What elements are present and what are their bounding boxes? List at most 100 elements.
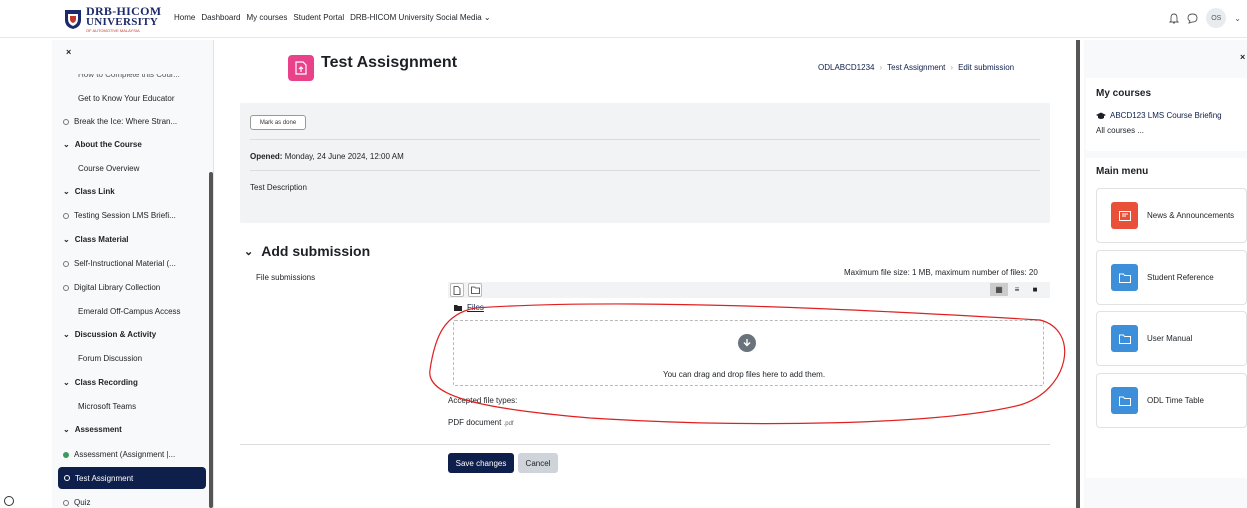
chevron-down-icon: ⌄ bbox=[63, 425, 70, 434]
cancel-button[interactable]: Cancel bbox=[518, 453, 558, 473]
incomplete-circle-icon bbox=[63, 260, 69, 267]
max-file-size: Maximum file size: 1 MB, maximum number … bbox=[844, 268, 1038, 277]
add-file-icon[interactable] bbox=[450, 283, 464, 297]
breadcrumb-separator-icon: › bbox=[950, 63, 954, 72]
course-index-label: Testing Session LMS Briefi... bbox=[74, 211, 176, 220]
course-index-item[interactable]: Assessment (Assignment |... bbox=[63, 450, 175, 459]
section-label: Discussion & Activity bbox=[74, 330, 157, 339]
filepicker-toolbar bbox=[448, 282, 1050, 298]
menu-card-student-reference[interactable]: Student Reference bbox=[1096, 250, 1247, 305]
menu-card-news[interactable]: News & Announcements bbox=[1096, 188, 1247, 243]
section-label: Assessment bbox=[74, 425, 122, 434]
accepted-file-type: PDF document .pdf bbox=[448, 418, 514, 427]
course-index-item[interactable]: Quiz bbox=[63, 498, 90, 507]
course-section-recording[interactable]: ⌄ Class Recording bbox=[63, 378, 138, 387]
opened-value: Monday, 24 June 2024, 12:00 AM bbox=[284, 152, 404, 161]
course-index-label: Get to Know Your Educator bbox=[78, 94, 175, 103]
close-drawer-icon[interactable]: × bbox=[66, 47, 71, 57]
file-submissions-label: File submissions bbox=[256, 273, 316, 282]
accepted-file-types-label: Accepted file types: bbox=[448, 396, 518, 405]
divider bbox=[240, 444, 1050, 445]
drawer-scrollbar[interactable] bbox=[209, 172, 213, 508]
close-blocks-icon[interactable]: × bbox=[1240, 52, 1245, 62]
course-section-about[interactable]: ⌄ About the Course bbox=[63, 140, 142, 149]
course-index-item[interactable]: Get to Know Your Educator bbox=[78, 94, 175, 103]
course-link[interactable]: ABCD123 LMS Course Briefing bbox=[1096, 111, 1222, 120]
my-courses-title: My courses bbox=[1096, 88, 1152, 99]
course-index-item-active[interactable]: Test Assignment bbox=[58, 467, 206, 489]
course-index-item[interactable]: Forum Discussion bbox=[78, 354, 142, 363]
file-type-name: PDF document bbox=[448, 418, 502, 427]
page-title: Test Assisgnment bbox=[321, 54, 458, 71]
shield-icon bbox=[65, 10, 81, 29]
list-view-icon[interactable]: ≡ bbox=[1008, 283, 1026, 296]
save-changes-button[interactable]: Save changes bbox=[448, 453, 514, 473]
incomplete-circle-icon bbox=[63, 284, 69, 291]
chevron-down-icon: ⌄ bbox=[63, 378, 70, 387]
dropzone-hint: You can drag and drop files here to add … bbox=[663, 370, 826, 379]
user-avatar[interactable]: OS bbox=[1206, 8, 1227, 28]
section-title: Add submission bbox=[261, 243, 371, 259]
incomplete-circle-icon bbox=[63, 118, 69, 125]
nav-student-portal[interactable]: Student Portal bbox=[293, 13, 344, 22]
course-index-label: Microsoft Teams bbox=[78, 402, 137, 411]
incomplete-circle-icon bbox=[63, 212, 69, 219]
file-upload-icon bbox=[295, 61, 307, 75]
top-navbar: DRB-HICOM UNIVERSITY OF AUTOMOTIVE MALAY… bbox=[0, 0, 1247, 38]
chat-icon[interactable] bbox=[1187, 13, 1198, 24]
university-logo[interactable]: DRB-HICOM UNIVERSITY OF AUTOMOTIVE MALAY… bbox=[64, 4, 164, 34]
course-index-label: Test Assignment bbox=[75, 473, 134, 483]
nav-home[interactable]: Home bbox=[174, 13, 195, 22]
course-section-class-material[interactable]: ⌄ Class Material bbox=[63, 235, 129, 244]
course-index-item[interactable]: Microsoft Teams bbox=[78, 402, 136, 411]
menu-card-user-manual[interactable]: User Manual bbox=[1096, 311, 1247, 366]
course-section-discussion[interactable]: ⌄ Discussion & Activity bbox=[63, 330, 156, 339]
chevron-down-icon[interactable]: ⌄ bbox=[1234, 14, 1241, 23]
course-index-item[interactable]: Course Overview bbox=[78, 164, 139, 173]
grid-view-icon[interactable]: ▦ bbox=[990, 283, 1008, 296]
folder-icon bbox=[1111, 264, 1138, 291]
menu-card-label: News & Announcements bbox=[1147, 210, 1235, 220]
nav-dashboard[interactable]: Dashboard bbox=[201, 13, 240, 22]
bell-icon[interactable] bbox=[1169, 13, 1180, 24]
course-index-label: Quiz bbox=[74, 498, 91, 507]
folder-icon bbox=[1111, 387, 1138, 414]
tree-view-icon[interactable]: ■ bbox=[1026, 283, 1044, 296]
course-index-label: Self-Instructional Material (... bbox=[74, 259, 176, 268]
drawer-separator bbox=[1076, 40, 1080, 508]
mark-as-done-button[interactable]: Mark as done bbox=[250, 115, 306, 130]
nav-social-media[interactable]: DRB-HICOM University Social Media ⌄ bbox=[350, 13, 491, 22]
course-index-drawer bbox=[52, 40, 214, 508]
course-section-class-link[interactable]: ⌄ Class Link bbox=[63, 187, 115, 196]
all-courses-link[interactable]: All courses ... bbox=[1096, 126, 1144, 135]
course-index-item[interactable]: Break the Ice: Where Stran... bbox=[63, 117, 177, 126]
incomplete-circle-icon bbox=[64, 475, 70, 481]
menu-card-label: User Manual bbox=[1147, 333, 1193, 343]
section-label: Class Recording bbox=[74, 378, 138, 387]
files-folder-link[interactable]: Files bbox=[467, 303, 484, 312]
add-submission-header[interactable]: ⌄ Add submission bbox=[244, 243, 370, 259]
menu-card-label: Student Reference bbox=[1147, 272, 1214, 282]
brand-line2: UNIVERSITY bbox=[86, 16, 159, 28]
course-section-assessment[interactable]: ⌄ Assessment bbox=[63, 425, 122, 434]
course-index-item[interactable]: Testing Session LMS Briefi... bbox=[63, 211, 176, 220]
folder-icon bbox=[1111, 325, 1138, 352]
opened-label: Opened: bbox=[250, 152, 283, 161]
course-index-label: Digital Library Collection bbox=[74, 283, 161, 292]
section-label: Class Link bbox=[74, 187, 115, 196]
nav-my-courses[interactable]: My courses bbox=[246, 13, 287, 22]
course-index-label: Forum Discussion bbox=[78, 354, 143, 363]
create-folder-icon[interactable] bbox=[468, 283, 482, 297]
course-index-label: Break the Ice: Where Stran... bbox=[74, 117, 178, 126]
course-index-item[interactable]: Digital Library Collection bbox=[63, 283, 160, 292]
file-type-extension: .pdf bbox=[503, 421, 514, 427]
breadcrumb-assignment[interactable]: Test Assignment bbox=[887, 63, 945, 72]
course-index-item[interactable]: Emerald Off-Campus Access bbox=[78, 307, 181, 316]
course-index-item[interactable]: Self-Instructional Material (... bbox=[63, 259, 176, 268]
menu-card-time-table[interactable]: ODL Time Table bbox=[1096, 373, 1247, 428]
chevron-down-icon: ⌄ bbox=[63, 140, 70, 149]
breadcrumb-course[interactable]: ODLABCD1234 bbox=[818, 63, 874, 72]
files-folder-row: Files bbox=[454, 303, 484, 312]
view-toggle: ▦ ≡ ■ bbox=[990, 283, 1044, 296]
download-arrow-icon bbox=[738, 334, 756, 352]
